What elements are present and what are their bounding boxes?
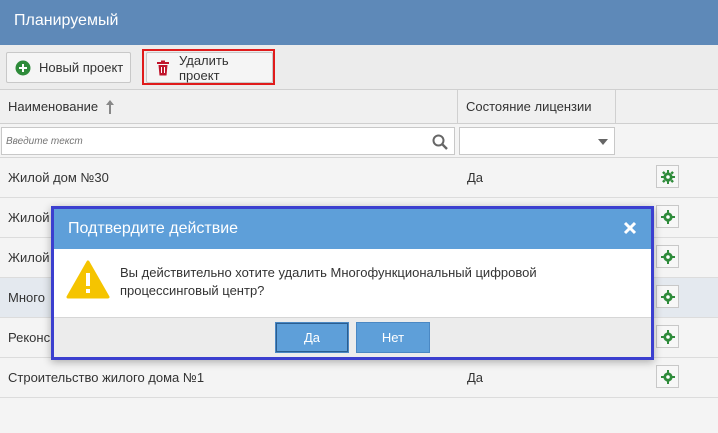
gear-icon[interactable] (656, 325, 679, 348)
row-name: Строительство жилого дома №1 (8, 370, 205, 385)
filter-row (0, 124, 718, 158)
no-button[interactable]: Нет (356, 322, 430, 353)
dialog-title: Подтвердите действие (68, 220, 239, 237)
row-license: Да (467, 170, 484, 185)
sort-up-icon (106, 99, 115, 114)
gear-icon[interactable] (656, 285, 679, 308)
gear-icon[interactable] (656, 245, 679, 268)
confirm-dialog: Подтвердите действие Вы действительно хо… (51, 206, 654, 360)
dialog-header: Подтвердите действие (54, 209, 651, 249)
gear-icon[interactable] (656, 365, 679, 388)
column-header-name-label: Наименование (8, 99, 99, 114)
page-header: Планируемый (0, 0, 718, 45)
toolbar: Новый проект Удалить проект (0, 45, 718, 90)
gear-icon[interactable] (656, 165, 679, 188)
row-name: Жилой дом №30 (8, 170, 109, 185)
close-icon[interactable] (623, 221, 637, 235)
dialog-body: Вы действительно хотите удалить Многофун… (54, 249, 651, 317)
row-name: Много (8, 290, 45, 305)
row-name: Реконс (8, 330, 51, 345)
column-header-actions (616, 90, 718, 124)
plus-circle-icon (15, 60, 31, 76)
table-row[interactable]: Строительство жилого дома №1 Да (0, 358, 718, 398)
table-row[interactable]: Жилой дом №30 Да (0, 158, 718, 198)
row-license: Да (467, 370, 484, 385)
column-header-name[interactable]: Наименование (0, 90, 458, 124)
warning-icon (66, 260, 110, 300)
yes-button[interactable]: Да (275, 322, 349, 353)
gear-icon[interactable] (656, 205, 679, 228)
column-header-license[interactable]: Состояние лицензии (458, 90, 616, 124)
dialog-message: Вы действительно хотите удалить Многофун… (120, 265, 537, 298)
row-name: Жилой (8, 250, 50, 265)
name-filter-field[interactable] (1, 127, 455, 155)
license-filter-select[interactable] (459, 127, 615, 155)
new-project-button[interactable]: Новый проект (6, 52, 131, 83)
name-filter-input[interactable] (6, 128, 426, 154)
new-project-label: Новый проект (39, 60, 124, 75)
row-name: Жилой (8, 210, 50, 225)
column-header-license-label: Состояние лицензии (466, 99, 592, 114)
chevron-down-icon (598, 139, 608, 145)
page-title: Планируемый (14, 12, 119, 29)
search-icon[interactable] (432, 134, 448, 150)
delete-button-highlight (142, 49, 275, 85)
dialog-footer: Да Нет (54, 317, 651, 357)
